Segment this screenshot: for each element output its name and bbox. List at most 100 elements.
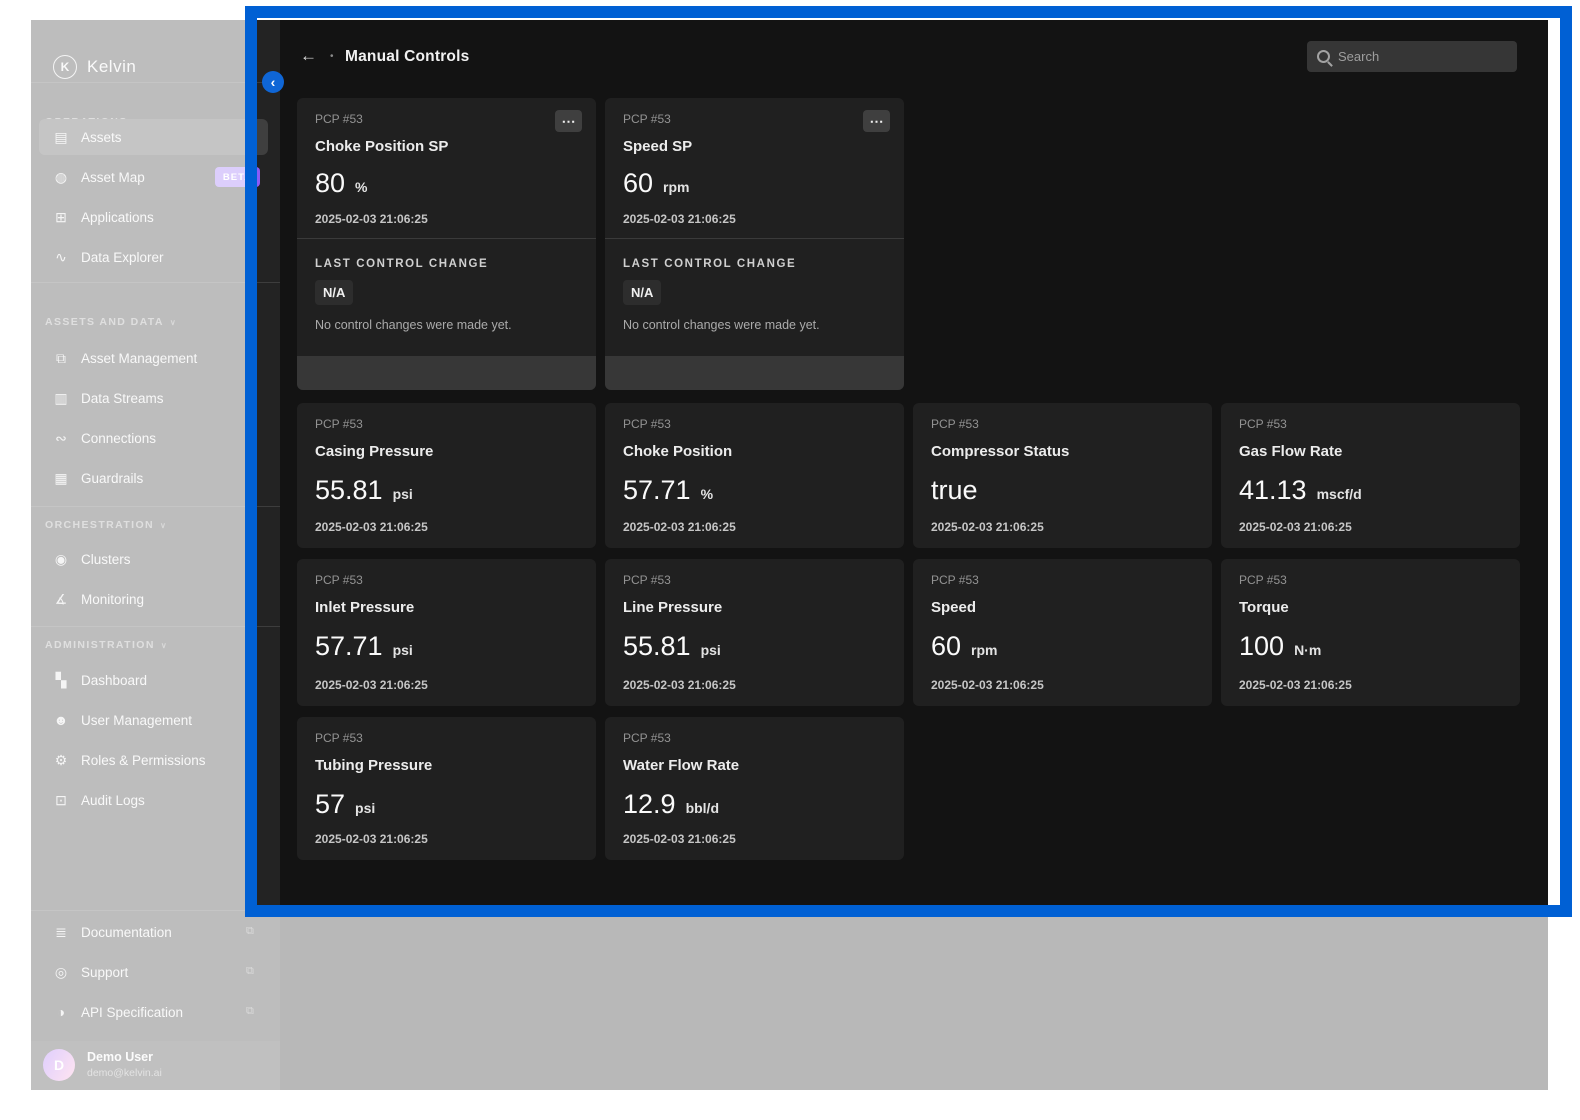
card-unit: rpm	[663, 179, 689, 195]
metric-card[interactable]: PCP #53 Water Flow Rate 12.9 bbl/d 2025-…	[605, 717, 904, 860]
card-value: 55.81	[623, 631, 691, 662]
card-value: 12.9	[623, 789, 676, 820]
timestamp: 2025-02-03 21:06:25	[1239, 520, 1352, 534]
card-value: 57	[315, 789, 345, 820]
value-row: true	[931, 475, 988, 506]
asset-label: PCP #53	[1239, 573, 1287, 587]
asset-label: PCP #53	[623, 731, 671, 745]
card-title: Torque	[1239, 599, 1289, 616]
card-unit: N·m	[1294, 642, 1321, 658]
search-input[interactable]	[1338, 49, 1498, 64]
card-title: Gas Flow Rate	[1239, 443, 1342, 460]
card-value: 80	[315, 168, 345, 199]
status-note: No control changes were made yet.	[623, 318, 820, 332]
sidebar-collapse-button[interactable]: ‹	[262, 71, 284, 93]
value-row: 57 psi	[315, 789, 375, 820]
card-unit: psi	[701, 642, 721, 658]
card-value: 60	[931, 631, 961, 662]
card-menu-button[interactable]: ⋯	[555, 110, 582, 132]
dim-overlay-bottom	[257, 905, 1548, 1090]
back-button[interactable]: ←	[300, 46, 317, 66]
timestamp: 2025-02-03 21:06:25	[623, 832, 736, 846]
metric-card[interactable]: PCP #53 Speed 60 rpm 2025-02-03 21:06:25	[913, 559, 1212, 706]
value-row: 80 %	[315, 168, 368, 199]
setpoint-card[interactable]: PCP #53 ⋯ Speed SP 60 rpm 2025-02-03 21:…	[605, 98, 904, 390]
metric-card-grid: PCP #53 Casing Pressure 55.81 psi 2025-0…	[297, 403, 1520, 860]
timestamp: 2025-02-03 21:06:25	[623, 678, 736, 692]
last-control-change-label: LAST CONTROL CHANGE	[315, 258, 488, 270]
status-badge: N/A	[315, 280, 353, 305]
card-title: Choke Position SP	[315, 138, 448, 155]
asset-label: PCP #53	[315, 731, 363, 745]
card-menu-button[interactable]: ⋯	[863, 110, 890, 132]
card-title: Tubing Pressure	[315, 757, 432, 774]
card-value: 100	[1239, 631, 1284, 662]
card-unit: psi	[393, 642, 413, 658]
timestamp: 2025-02-03 21:06:25	[315, 212, 428, 226]
metric-card[interactable]: PCP #53 Line Pressure 55.81 psi 2025-02-…	[605, 559, 904, 706]
last-control-change-label: LAST CONTROL CHANGE	[623, 258, 796, 270]
card-title: Water Flow Rate	[623, 757, 739, 774]
timestamp: 2025-02-03 21:06:25	[1239, 678, 1352, 692]
value-row: 57.71 %	[623, 475, 713, 506]
value-row: 55.81 psi	[623, 631, 721, 662]
card-title: Speed SP	[623, 138, 692, 155]
metric-card[interactable]: PCP #53 Tubing Pressure 57 psi 2025-02-0…	[297, 717, 596, 860]
card-value: 57.71	[623, 475, 691, 506]
asset-label: PCP #53	[931, 417, 979, 431]
divider	[297, 238, 596, 239]
value-row: 12.9 bbl/d	[623, 789, 719, 820]
card-unit: psi	[393, 486, 413, 502]
value-row: 41.13 mscf/d	[1239, 475, 1362, 506]
card-value: 41.13	[1239, 475, 1307, 506]
card-unit: psi	[355, 800, 375, 816]
card-value: 55.81	[315, 475, 383, 506]
timestamp: 2025-02-03 21:06:25	[931, 520, 1044, 534]
card-title: Casing Pressure	[315, 443, 433, 460]
asset-label: PCP #53	[623, 112, 671, 126]
card-unit: bbl/d	[686, 800, 719, 816]
metric-card[interactable]: PCP #53 Gas Flow Rate 41.13 mscf/d 2025-…	[1221, 403, 1520, 548]
value-row: 60 rpm	[623, 168, 690, 199]
metric-card[interactable]: PCP #53 Inlet Pressure 57.71 psi 2025-02…	[297, 559, 596, 706]
dim-overlay-left	[31, 20, 257, 1090]
asset-label: PCP #53	[931, 573, 979, 587]
timestamp: 2025-02-03 21:06:25	[315, 678, 428, 692]
asset-label: PCP #53	[1239, 417, 1287, 431]
card-unit: %	[355, 179, 367, 195]
asset-label: PCP #53	[315, 573, 363, 587]
card-unit: rpm	[971, 642, 997, 658]
search-icon	[1317, 50, 1330, 63]
value-row: 60 rpm	[931, 631, 998, 662]
card-title: Inlet Pressure	[315, 599, 414, 616]
divider	[605, 238, 904, 239]
card-footer-bar	[297, 356, 596, 390]
timestamp: 2025-02-03 21:06:25	[315, 832, 428, 846]
timestamp: 2025-02-03 21:06:25	[315, 520, 428, 534]
page-title: Manual Controls	[345, 48, 469, 66]
metric-card[interactable]: PCP #53 Casing Pressure 55.81 psi 2025-0…	[297, 403, 596, 548]
timestamp: 2025-02-03 21:06:25	[623, 212, 736, 226]
card-unit: %	[701, 486, 713, 502]
metric-card[interactable]: PCP #53 Torque 100 N·m 2025-02-03 21:06:…	[1221, 559, 1520, 706]
metric-card[interactable]: PCP #53 Choke Position 57.71 % 2025-02-0…	[605, 403, 904, 548]
breadcrumb-dot: •	[330, 51, 334, 62]
setpoint-card[interactable]: PCP #53 ⋯ Choke Position SP 80 % 2025-02…	[297, 98, 596, 390]
card-title: Line Pressure	[623, 599, 722, 616]
value-row: 57.71 psi	[315, 631, 413, 662]
asset-label: PCP #53	[623, 417, 671, 431]
card-title: Speed	[931, 599, 976, 616]
metric-card[interactable]: PCP #53 Compressor Status true 2025-02-0…	[913, 403, 1212, 548]
card-value: 57.71	[315, 631, 383, 662]
card-title: Choke Position	[623, 443, 732, 460]
value-row: 55.81 psi	[315, 475, 413, 506]
status-note: No control changes were made yet.	[315, 318, 512, 332]
search-box[interactable]	[1307, 41, 1517, 72]
timestamp: 2025-02-03 21:06:25	[623, 520, 736, 534]
status-badge: N/A	[623, 280, 661, 305]
timestamp: 2025-02-03 21:06:25	[931, 678, 1044, 692]
value-row: 100 N·m	[1239, 631, 1321, 662]
card-title: Compressor Status	[931, 443, 1069, 460]
asset-label: PCP #53	[315, 112, 363, 126]
card-value: 60	[623, 168, 653, 199]
